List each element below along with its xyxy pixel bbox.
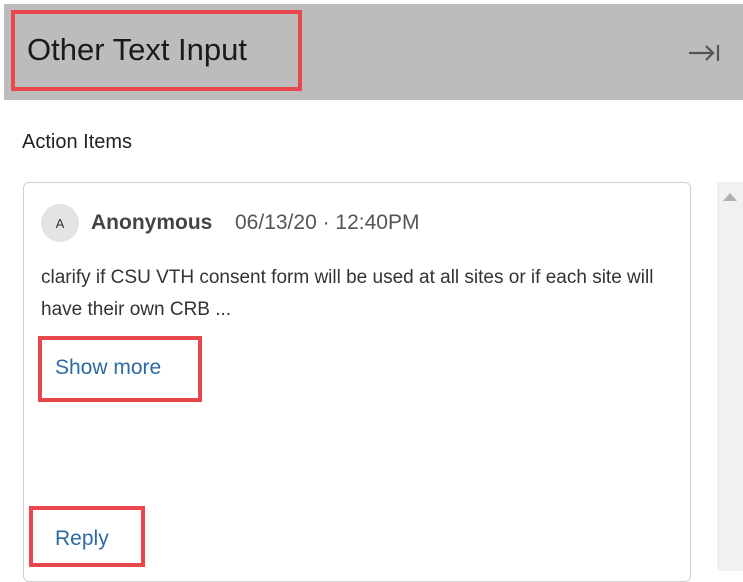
scroll-up-icon[interactable] [723, 193, 737, 201]
show-more-button[interactable]: Show more [55, 356, 161, 380]
comment-card: A Anonymous 06/13/20 · 12:40PM clarify i… [23, 182, 691, 582]
panel-header: Other Text Input [4, 4, 743, 100]
comment-author: Anonymous [91, 211, 213, 234]
comment-timestamp: 06/13/20 · 12:40PM [235, 211, 420, 234]
reply-button[interactable]: Reply [55, 527, 109, 551]
comment-text: clarify if CSU VTH consent form will be … [41, 267, 654, 320]
section-label: Action Items [22, 131, 133, 153]
panel-title: Other Text Input [27, 32, 247, 67]
collapse-right-icon[interactable] [687, 42, 721, 64]
scrollbar[interactable] [717, 182, 743, 571]
avatar: A [41, 204, 79, 242]
